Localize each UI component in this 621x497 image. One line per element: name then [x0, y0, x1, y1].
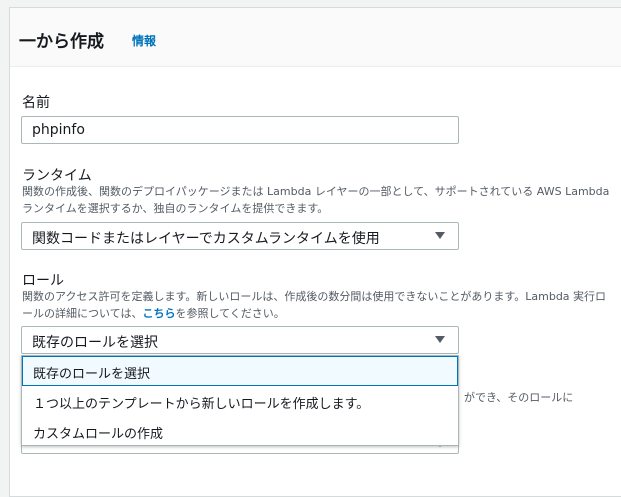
- role-description-suffix: を参照してください。: [175, 307, 285, 320]
- role-details-link[interactable]: こちら: [142, 307, 175, 320]
- role-dropdown-menu: 既存のロールを選択 １つ以上のテンプレートから新しいロールを作成します。 カスタ…: [21, 355, 459, 446]
- role-select-value: 既存のロールを選択: [32, 335, 158, 351]
- role-option-from-template[interactable]: １つ以上のテンプレートから新しいロールを作成します。: [22, 386, 458, 416]
- runtime-label: ランタイム: [22, 168, 92, 184]
- runtime-select[interactable]: 関数コードまたはレイヤーでカスタムランタイムを使用: [21, 222, 459, 250]
- panel-header: 一から作成 情報: [10, 8, 621, 67]
- name-label: 名前: [22, 95, 50, 111]
- panel-title: 一から作成: [19, 32, 104, 52]
- role-option-label: 既存のロールを選択: [33, 367, 151, 382]
- role-description: 関数のアクセス許可を定義します。新しいロールは、作成後の数分間は使用できないこと…: [22, 288, 612, 322]
- role-option-label: カスタムロールの作成: [33, 427, 164, 442]
- runtime-description: 関数の作成後、関数のデプロイパッケージまたは Lambda レイヤーの一部として…: [22, 185, 610, 215]
- caret-down-icon: [435, 232, 445, 239]
- role-select[interactable]: 既存のロールを選択: [21, 326, 459, 354]
- caret-down-icon: [435, 336, 445, 343]
- runtime-select-value: 関数コードまたはレイヤーでカスタムランタイムを使用: [32, 231, 380, 247]
- role-option-custom[interactable]: カスタムロールの作成: [22, 416, 458, 446]
- obscured-description-text: ができ、そのロールに: [464, 391, 574, 404]
- role-description-text: 関数のアクセス許可を定義します。新しいロールは、作成後の数分間は使用できないこと…: [22, 290, 607, 320]
- role-option-label: １つ以上のテンプレートから新しいロールを作成します。: [33, 397, 370, 412]
- role-option-existing[interactable]: 既存のロールを選択: [22, 356, 458, 386]
- info-link[interactable]: 情報: [132, 32, 156, 49]
- function-name-input[interactable]: [21, 116, 459, 144]
- role-label: ロール: [22, 273, 64, 289]
